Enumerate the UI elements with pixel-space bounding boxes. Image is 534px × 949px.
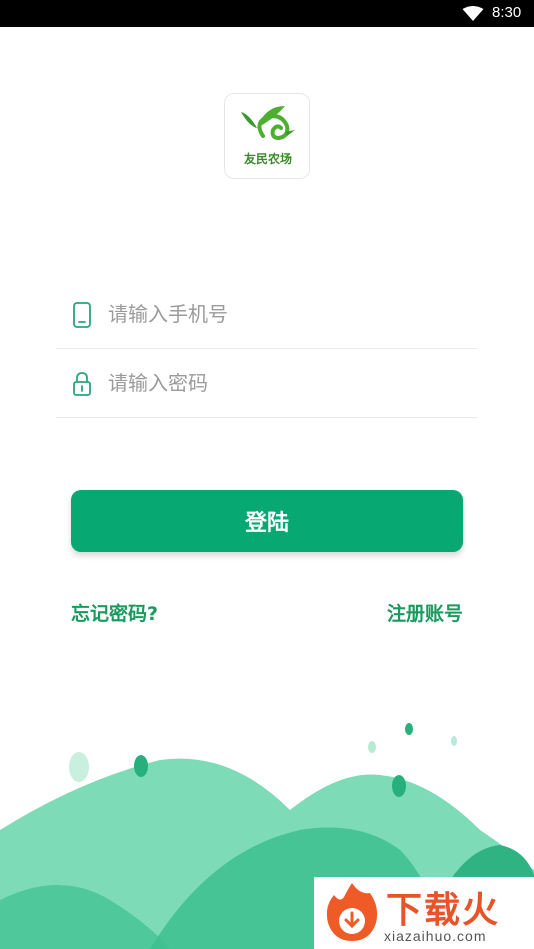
watermark-url: xiazaihuo.com: [384, 928, 487, 944]
password-input[interactable]: [108, 366, 448, 400]
phone-icon: [72, 302, 92, 332]
app-logo: 友民农场: [224, 93, 310, 179]
wifi-icon: [462, 6, 484, 26]
register-link[interactable]: 注册账号: [387, 599, 463, 626]
logo-text: 友民农场: [243, 152, 292, 166]
phone-input[interactable]: [108, 297, 448, 331]
fire-download-icon: [322, 881, 382, 947]
password-field-row: [56, 349, 477, 418]
leaf-logo-icon: [241, 106, 295, 141]
lock-icon: [72, 371, 92, 401]
login-button[interactable]: 登陆: [71, 490, 463, 552]
forgot-password-link[interactable]: 忘记密码?: [71, 599, 158, 626]
watermark: 下载火 xiazaihuo.com: [314, 877, 534, 949]
status-bar: 8:30: [0, 0, 534, 27]
status-time: 8:30: [492, 4, 522, 21]
watermark-brand: 下载火: [386, 890, 501, 931]
phone-field-row: [56, 280, 477, 349]
